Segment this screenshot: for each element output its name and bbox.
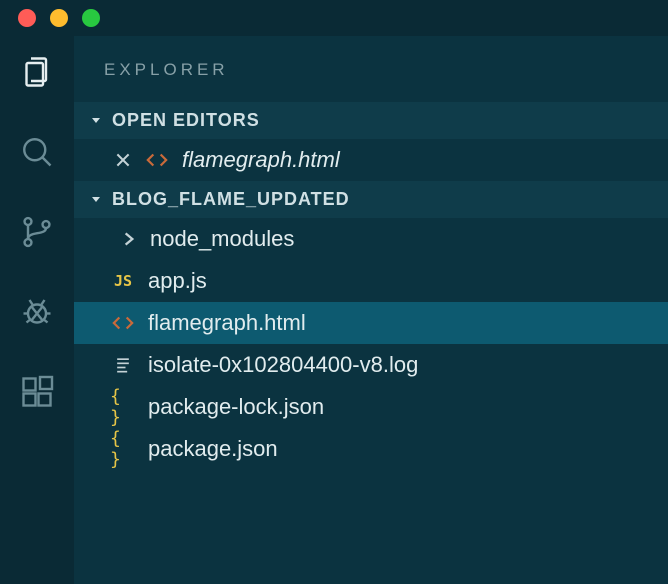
file-name: package-lock.json	[148, 394, 324, 420]
folder-name: node_modules	[150, 226, 294, 252]
explorer-icon[interactable]	[19, 54, 55, 90]
source-control-icon[interactable]	[19, 214, 55, 250]
minimize-window-button[interactable]	[50, 9, 68, 27]
close-icon[interactable]	[114, 151, 132, 169]
chevron-down-icon	[88, 192, 104, 208]
file-row[interactable]: { } package-lock.json	[74, 386, 668, 428]
js-file-icon: JS	[110, 272, 136, 290]
open-editors-section-header[interactable]: OPEN EDITORS	[74, 102, 668, 139]
chevron-down-icon	[88, 113, 104, 129]
chevron-right-icon	[120, 230, 138, 248]
file-row[interactable]: isolate-0x102804400-v8.log	[74, 344, 668, 386]
explorer-title: EXPLORER	[74, 50, 668, 102]
extensions-icon[interactable]	[19, 374, 55, 410]
html-file-icon	[110, 312, 136, 334]
file-row[interactable]: { } package.json	[74, 428, 668, 470]
file-row-selected[interactable]: flamegraph.html	[74, 302, 668, 344]
close-window-button[interactable]	[18, 9, 36, 27]
explorer-sidebar: EXPLORER OPEN EDITORS flamegraph.html BL…	[74, 36, 668, 584]
open-editor-item[interactable]: flamegraph.html	[74, 139, 668, 181]
activity-bar	[0, 36, 74, 584]
workspace-section-header[interactable]: BLOG_FLAME_UPDATED	[74, 181, 668, 218]
json-file-icon: { }	[110, 386, 136, 428]
file-name: package.json	[148, 436, 278, 462]
open-editors-label: OPEN EDITORS	[112, 110, 260, 131]
maximize-window-button[interactable]	[82, 9, 100, 27]
open-editor-filename: flamegraph.html	[182, 147, 340, 173]
file-row[interactable]: JS app.js	[74, 260, 668, 302]
file-name: app.js	[148, 268, 207, 294]
workspace-label: BLOG_FLAME_UPDATED	[112, 189, 350, 210]
folder-row[interactable]: node_modules	[74, 218, 668, 260]
debug-icon[interactable]	[19, 294, 55, 330]
file-name: isolate-0x102804400-v8.log	[148, 352, 418, 378]
json-file-icon: { }	[110, 428, 136, 470]
search-icon[interactable]	[19, 134, 55, 170]
log-file-icon	[110, 355, 136, 375]
html-file-icon	[144, 149, 170, 171]
file-name: flamegraph.html	[148, 310, 306, 336]
window-titlebar	[0, 0, 668, 36]
